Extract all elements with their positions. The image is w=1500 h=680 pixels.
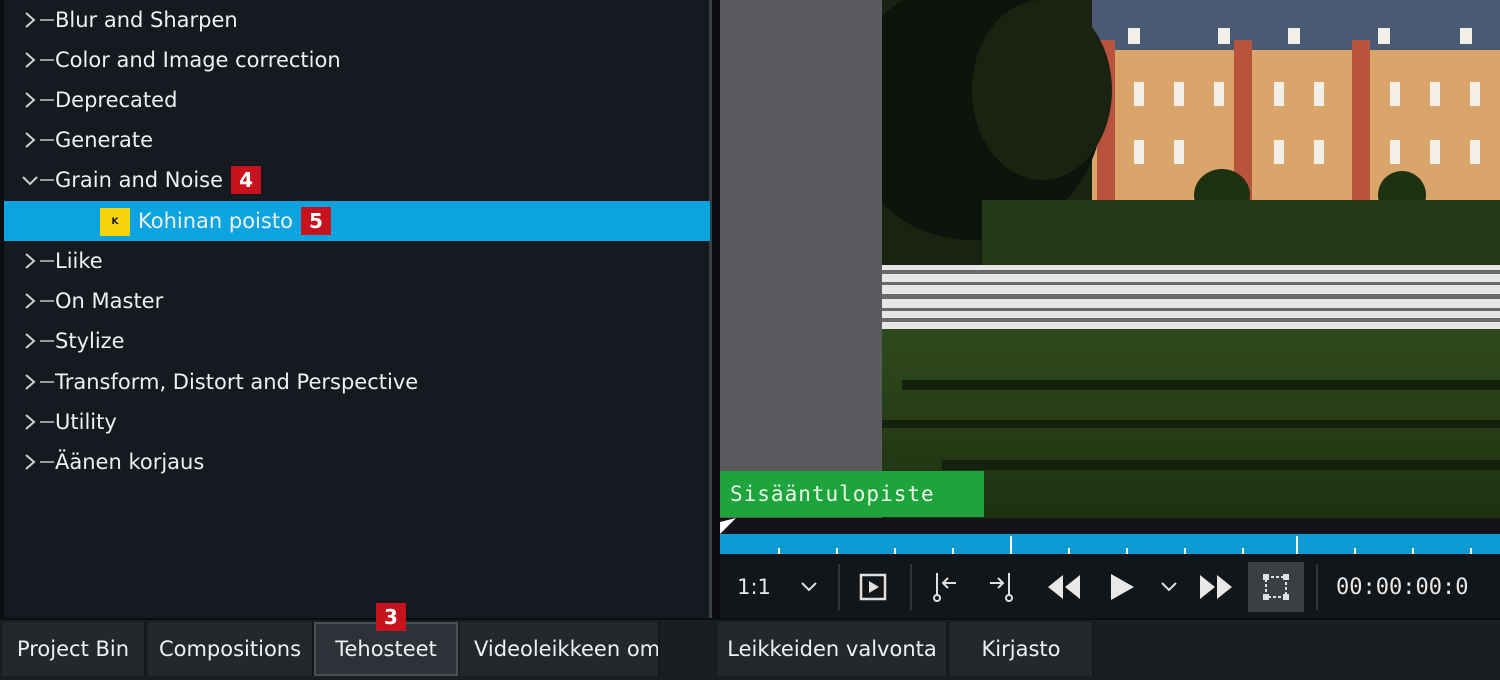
- tree-category-label: Stylize: [55, 329, 125, 353]
- tree-category-transform-distort-perspective[interactable]: Transform, Distort and Perspective: [4, 362, 710, 402]
- tree-category-deprecated[interactable]: Deprecated: [4, 80, 710, 120]
- chevron-right-icon[interactable]: [20, 40, 40, 80]
- tree-connector: [40, 461, 54, 463]
- play-icon[interactable]: [1104, 562, 1140, 612]
- tree-category-label: Liike: [55, 249, 103, 273]
- ruler-tick: [1126, 548, 1128, 554]
- tree-category-label: Blur and Sharpen: [55, 8, 238, 32]
- tree-category-label: Generate: [55, 128, 154, 152]
- tree-connector: [40, 59, 54, 61]
- fast-forward-icon[interactable]: [1194, 562, 1238, 612]
- chevron-right-icon[interactable]: [20, 442, 40, 482]
- tree-connector: [40, 260, 54, 262]
- tree-effect-label: Kohinan poisto 5: [138, 207, 331, 235]
- tree-connector: [40, 139, 54, 141]
- ruler-tick: [1354, 548, 1356, 554]
- step-badge: 5: [300, 207, 331, 235]
- step-badge: 4: [231, 166, 262, 194]
- ruler-tick-major: [1296, 536, 1298, 554]
- tab-project-bin[interactable]: Project Bin: [2, 622, 146, 676]
- tree-connector: [40, 421, 54, 423]
- set-in-point-icon[interactable]: [926, 562, 962, 612]
- tree-category-stylize[interactable]: Stylize: [4, 321, 710, 361]
- chevron-right-icon[interactable]: [20, 362, 40, 402]
- video-preview-frame[interactable]: [882, 0, 1500, 518]
- tree-effect-kohinan-poisto[interactable]: K Kohinan poisto 5: [4, 201, 710, 241]
- chevron-right-icon[interactable]: [20, 281, 40, 321]
- ruler-tick: [778, 548, 780, 554]
- tree-category-utility[interactable]: Utility: [4, 402, 710, 442]
- monitor-timeline-ruler[interactable]: [720, 534, 1500, 554]
- step-badge: 3: [376, 603, 406, 631]
- chevron-down-icon[interactable]: [794, 562, 824, 612]
- effect-type-icon: K: [100, 208, 130, 236]
- ruler-tick: [1412, 548, 1414, 554]
- video-frame-image: [882, 0, 1500, 518]
- ruler-tick: [1184, 548, 1186, 554]
- transform-frame-icon[interactable]: [1248, 562, 1304, 612]
- tree-category-label: Deprecated: [55, 88, 178, 112]
- ruler-tick: [952, 548, 954, 554]
- tree-effect-text: Kohinan poisto: [138, 209, 293, 233]
- tree-category-label: On Master: [55, 289, 164, 313]
- tree-category-generate[interactable]: Generate: [4, 120, 710, 160]
- rewind-icon[interactable]: [1042, 562, 1086, 612]
- tab-kirjasto[interactable]: Kirjasto: [950, 622, 1094, 676]
- tree-category-aanen-korjaus[interactable]: Äänen korjaus: [4, 442, 710, 482]
- toolbar-separator: [910, 564, 912, 610]
- effects-tree-panel: Blur and Sharpen Color and Image correct…: [4, 0, 712, 618]
- tree-category-label: Utility: [55, 410, 117, 434]
- tree-connector: [40, 340, 54, 342]
- tree-category-label: Color and Image correction: [55, 48, 341, 72]
- chevron-right-icon[interactable]: [20, 120, 40, 160]
- inpoint-label: Sisääntulopiste: [720, 471, 984, 517]
- tree-category-text: Grain and Noise: [55, 168, 224, 192]
- tree-category-label: Grain and Noise 4: [55, 166, 262, 194]
- inpoint-marker-icon[interactable]: [720, 518, 738, 534]
- chevron-down-icon[interactable]: [1154, 562, 1184, 612]
- set-out-point-icon[interactable]: [984, 562, 1020, 612]
- zoom-level[interactable]: 1:1: [734, 562, 774, 612]
- tree-category-grain-and-noise[interactable]: Grain and Noise 4: [4, 160, 710, 200]
- tree-connector: [40, 99, 54, 101]
- tree-category-label: Äänen korjaus: [55, 450, 205, 474]
- chevron-right-icon[interactable]: [20, 0, 40, 40]
- tab-leikkeiden-valvonta[interactable]: Leikkeiden valvonta: [718, 622, 948, 676]
- dock-tab-bar: Project Bin Compositions Tehosteet Video…: [0, 620, 1500, 680]
- clip-monitor: Sisääntulopiste 1:1 00:00:00:0: [720, 0, 1500, 618]
- ruler-tick: [1242, 548, 1244, 554]
- monitor-letterbox: [720, 0, 883, 518]
- ruler-tick: [894, 548, 896, 554]
- tree-connector: [40, 381, 54, 383]
- ruler-tick: [1068, 548, 1070, 554]
- ruler-tick: [836, 548, 838, 554]
- chevron-right-icon[interactable]: [20, 321, 40, 361]
- tree-connector: [40, 300, 54, 302]
- tab-compositions[interactable]: Compositions: [148, 622, 314, 676]
- ruler-tick-major: [1010, 536, 1012, 554]
- chevron-right-icon[interactable]: [20, 80, 40, 120]
- tree-connector: [40, 19, 54, 21]
- tree-category-color-and-image-correction[interactable]: Color and Image correction: [4, 40, 710, 80]
- ruler-tick: [1470, 548, 1472, 554]
- tree-category-liike[interactable]: Liike: [4, 241, 710, 281]
- toolbar-separator: [1316, 564, 1318, 610]
- tree-connector: [40, 179, 54, 181]
- toolbar-separator: [838, 564, 840, 610]
- chevron-right-icon[interactable]: [20, 241, 40, 281]
- chevron-right-icon[interactable]: [20, 402, 40, 442]
- tree-category-label: Transform, Distort and Perspective: [55, 370, 419, 394]
- tab-videoleikkeen-ominaisuudet[interactable]: Videoleikkeen om: [460, 622, 660, 676]
- tree-category-blur-and-sharpen[interactable]: Blur and Sharpen: [4, 0, 710, 40]
- tree-category-on-master[interactable]: On Master: [4, 281, 710, 321]
- timecode-display[interactable]: 00:00:00:0: [1336, 562, 1468, 612]
- chevron-down-icon[interactable]: [20, 160, 40, 200]
- play-in-frame-icon[interactable]: [854, 562, 892, 612]
- monitor-transport-bar: 1:1 00:00:00:0: [720, 556, 1500, 618]
